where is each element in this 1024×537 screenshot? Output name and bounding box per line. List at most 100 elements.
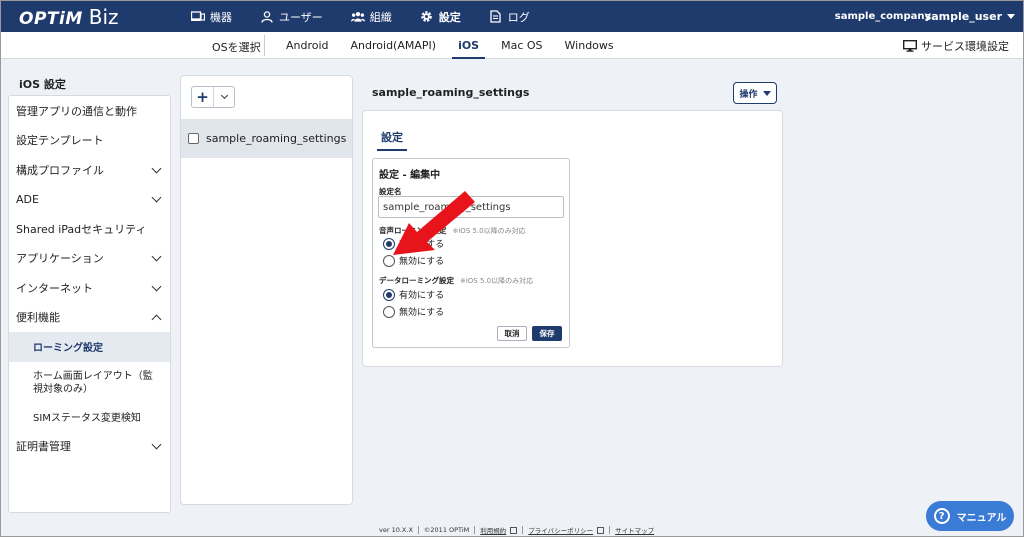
sidebar-item-templates[interactable]: 設定テンプレート <box>9 126 170 156</box>
os-tab-bar: OSを選択 Android Android(AMAPI) iOS Mac OS … <box>1 32 1023 59</box>
divider <box>474 526 476 534</box>
name-input[interactable]: sample_roaming_settings <box>378 196 564 218</box>
voice-roaming-enable-radio[interactable]: 有効にする <box>383 237 444 250</box>
radio-unselected <box>383 305 395 318</box>
sidebar-item-label: ローミング設定 <box>33 343 103 355</box>
sidebar-item-app-communication[interactable]: 管理アプリの通信と動作 <box>9 96 170 126</box>
divider <box>417 526 419 534</box>
tab-windows[interactable]: Windows <box>565 32 614 59</box>
caret-down-icon <box>762 90 771 96</box>
operation-label: 操作 <box>739 89 758 100</box>
log-icon <box>489 10 503 23</box>
copyright-text: ©2011 OPTiM <box>423 526 470 534</box>
sidebar-item-sim-status[interactable]: SIMステータス変更検知 <box>9 402 170 432</box>
tab-android-amapi[interactable]: Android(AMAPI) <box>351 32 437 59</box>
sidebar-item-label: ホーム画面レイアウト（監視対象のみ） <box>33 370 153 395</box>
brand-logo[interactable]: OPTiM Biz <box>19 5 119 29</box>
sidebar-item-home-layout[interactable]: ホーム画面レイアウト（監視対象のみ） <box>9 362 170 402</box>
voice-roaming-label-row: 音声ローミング設定 ※iOS 5.0以降のみ対応 <box>379 225 526 236</box>
chevron-down-icon <box>151 192 162 203</box>
chevron-down-icon <box>151 251 162 262</box>
sidebar-item-label: 構成プロファイル <box>16 163 104 177</box>
group-icon <box>350 11 365 23</box>
caret-down-icon <box>1007 14 1015 19</box>
list-item[interactable]: sample_roaming_settings <box>181 119 352 158</box>
settings-list-panel: + sample_roaming_settings <box>180 75 353 505</box>
service-settings-label: サービス環境設定 <box>921 40 1009 53</box>
cancel-button[interactable]: 取消 <box>497 326 527 341</box>
service-settings-link[interactable]: サービス環境設定 <box>903 38 1009 54</box>
tab-android[interactable]: Android <box>286 32 329 59</box>
nav-label: ログ <box>507 10 530 24</box>
nav-item-organization[interactable]: 組織 <box>350 1 392 32</box>
version-text: ver 10.X.X <box>379 526 413 534</box>
tab-settings[interactable]: 設定 <box>375 123 409 151</box>
data-roaming-enable-radio[interactable]: 有効にする <box>383 288 444 301</box>
os-select-label: OSを選択 <box>212 41 261 54</box>
data-roaming-note: ※iOS 5.0以降のみ対応 <box>460 277 534 285</box>
data-roaming-disable-radio[interactable]: 無効にする <box>383 305 444 318</box>
add-dropdown-button[interactable] <box>214 87 234 107</box>
gear-icon <box>420 11 434 23</box>
chevron-down-icon <box>151 439 162 450</box>
radio-label: 無効にする <box>399 257 445 267</box>
tab-macos[interactable]: Mac OS <box>501 32 542 59</box>
manual-label: マニュアル <box>956 512 1007 524</box>
nav-label: 組織 <box>369 10 392 24</box>
footer: ver 10.X.X ©2011 OPTiM 利用規約 プライバシーポリシー サ… <box>379 525 654 535</box>
sidebar-item-config-profile[interactable]: 構成プロファイル <box>9 155 170 185</box>
sitemap-link[interactable]: サイトマップ <box>615 525 654 535</box>
nav-item-devices[interactable]: 機器 <box>191 1 232 32</box>
sidebar-item-label: ADE <box>16 192 39 206</box>
add-button-group: + <box>191 86 235 108</box>
nav-item-settings[interactable]: 設定 <box>420 1 461 32</box>
chevron-down-icon <box>151 163 162 174</box>
sidebar-item-applications[interactable]: アプリケーション <box>9 244 170 274</box>
manual-button[interactable]: ? マニュアル <box>926 501 1014 531</box>
radio-selected <box>383 288 395 301</box>
sidebar-item-label: 設定テンプレート <box>16 134 104 148</box>
user-icon <box>260 10 274 23</box>
divider <box>264 35 265 56</box>
sidebar-item-shared-ipad[interactable]: Shared iPadセキュリティ <box>9 214 170 244</box>
sidebar-item-ade[interactable]: ADE <box>9 185 170 215</box>
data-roaming-label: データローミング設定 <box>379 276 454 285</box>
sidebar: 管理アプリの通信と動作 設定テンプレート 構成プロファイル ADE Shared… <box>8 95 171 513</box>
radio-label: 有効にする <box>399 240 445 250</box>
user-menu[interactable]: sample_user <box>925 10 1015 23</box>
save-button[interactable]: 保存 <box>532 326 562 341</box>
settings-card: 設定 設定 - 編集中 設定名 sample_roaming_settings … <box>362 110 783 367</box>
sidebar-item-label: アプリケーション <box>16 252 104 266</box>
sidebar-item-roaming[interactable]: ローミング設定 <box>9 332 170 362</box>
nav-item-users[interactable]: ユーザー <box>260 1 323 32</box>
list-item-checkbox[interactable] <box>188 133 199 144</box>
chevron-down-icon <box>220 91 228 100</box>
terms-link[interactable]: 利用規約 <box>480 525 506 535</box>
logo-main: OPTiM <box>19 9 83 29</box>
privacy-link[interactable]: プライバシーポリシー <box>528 525 593 535</box>
sidebar-item-label: 証明書管理 <box>16 439 71 453</box>
sidebar-item-internet[interactable]: インターネット <box>9 273 170 303</box>
sidebar-item-label: 便利機能 <box>16 311 60 325</box>
sidebar-item-certificates[interactable]: 証明書管理 <box>9 431 170 461</box>
nav-item-log[interactable]: ログ <box>489 1 530 32</box>
nav-label: 機器 <box>210 10 232 24</box>
external-link-icon <box>510 526 518 534</box>
list-item-label: sample_roaming_settings <box>206 132 347 145</box>
top-navbar: OPTiM Biz 機器 ユーザー 組織 設定 ログ sample_compan… <box>1 1 1023 32</box>
os-tabs: Android Android(AMAPI) iOS Mac OS Window… <box>286 32 636 59</box>
device-icon <box>191 11 205 23</box>
operation-button[interactable]: 操作 <box>733 82 777 104</box>
radio-unselected <box>383 254 395 267</box>
tab-ios[interactable]: iOS <box>452 32 486 59</box>
sidebar-title: iOS 設定 <box>19 78 66 91</box>
radio-label: 無効にする <box>399 308 445 318</box>
voice-roaming-disable-radio[interactable]: 無効にする <box>383 254 444 267</box>
sidebar-item-utilities[interactable]: 便利機能 <box>9 303 170 333</box>
company-name: sample_company <box>834 11 931 22</box>
add-button[interactable]: + <box>192 87 214 107</box>
voice-roaming-label: 音声ローミング設定 <box>379 226 447 235</box>
sidebar-item-label: Shared iPadセキュリティ <box>16 222 147 236</box>
user-name: sample_user <box>924 10 1002 23</box>
nav-label: 設定 <box>438 10 461 24</box>
